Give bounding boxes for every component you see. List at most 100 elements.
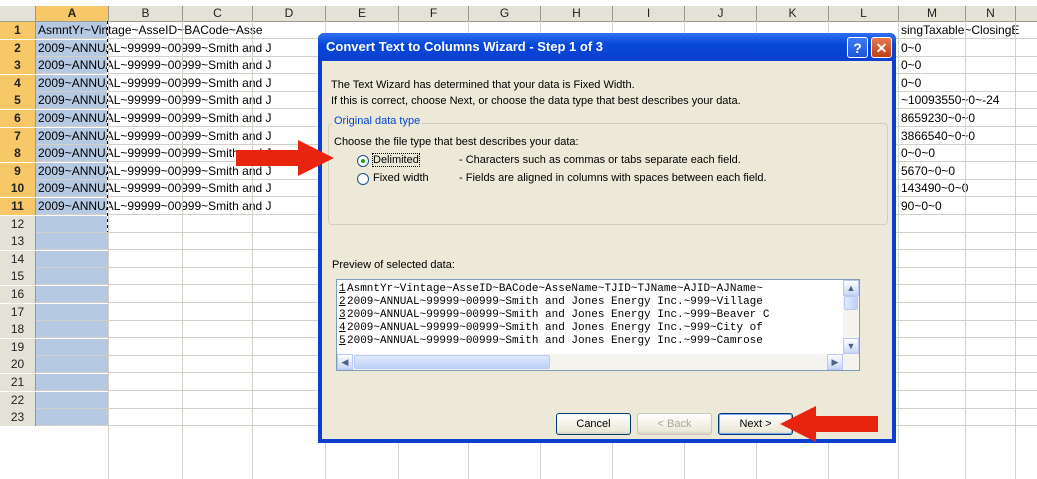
grid-line	[1015, 21, 1016, 479]
cell-text: 0~0	[901, 58, 922, 73]
row-header[interactable]: 2	[0, 39, 36, 57]
scroll-left-icon[interactable]: ◀	[337, 354, 353, 370]
column-header[interactable]: M	[899, 6, 966, 21]
cell-a[interactable]	[36, 303, 109, 320]
row-header[interactable]: 5	[0, 92, 36, 110]
cell-a[interactable]	[36, 233, 109, 250]
row-header[interactable]: 3	[0, 57, 36, 75]
preview-line-number: 2	[339, 296, 346, 308]
cell-a[interactable]	[36, 215, 109, 232]
dialog-title: Convert Text to Columns Wizard - Step 1 …	[326, 39, 603, 54]
cell-text: 0~0	[901, 75, 922, 90]
cell-a[interactable]	[36, 374, 109, 390]
preview-line-number: 5	[339, 335, 346, 347]
cell-a[interactable]	[36, 250, 109, 267]
preview-line: 42009~ANNUAL~99999~00999~Smith and Jones…	[339, 322, 763, 335]
row-header[interactable]: 22	[0, 391, 36, 409]
group-prompt: Choose the file type that best describes…	[334, 136, 579, 148]
row-header[interactable]: 1	[0, 22, 36, 39]
annotation-arrow-left-icon	[780, 406, 878, 442]
close-button[interactable]: ✕	[871, 37, 892, 58]
data-preview[interactable]: 1AsmntYr~Vintage~AsseID~BACode~AsseName~…	[336, 279, 860, 371]
column-header[interactable]: G	[469, 6, 541, 21]
row-header[interactable]: 7	[0, 127, 36, 145]
row-header[interactable]: 21	[0, 374, 36, 391]
preview-line: 32009~ANNUAL~99999~00999~Smith and Jones…	[339, 309, 769, 322]
row-header[interactable]: 10	[0, 180, 36, 198]
cell-text: 2009~ANNUAL~99999~00999~Smith and J	[38, 181, 272, 196]
row-header[interactable]: 23	[0, 409, 36, 427]
column-header[interactable]: A	[36, 6, 109, 21]
fixed-width-description: - Fields are aligned in columns with spa…	[459, 172, 767, 184]
dialog-titlebar[interactable]: Convert Text to Columns Wizard - Step 1 …	[318, 33, 896, 61]
select-all-corner[interactable]	[0, 6, 36, 21]
scroll-down-icon[interactable]: ▼	[843, 338, 859, 354]
row-header[interactable]: 17	[0, 303, 36, 321]
vertical-scroll-thumb[interactable]	[844, 296, 858, 310]
delimited-label[interactable]: Delimited	[372, 153, 420, 167]
column-header[interactable]: C	[183, 6, 253, 21]
row-header[interactable]: 4	[0, 74, 36, 92]
cell-text: 143490~0~0	[901, 181, 969, 196]
dialog-body: The Text Wizard has determined that your…	[322, 61, 892, 439]
cell-a[interactable]	[36, 356, 109, 373]
scroll-up-icon[interactable]: ▲	[843, 280, 859, 296]
row-header[interactable]: 15	[0, 268, 36, 286]
cancel-button[interactable]: Cancel	[556, 413, 631, 435]
help-button[interactable]: ?	[847, 37, 868, 58]
grid-line	[252, 21, 253, 479]
column-header[interactable]: F	[399, 6, 469, 21]
text-to-columns-dialog: Convert Text to Columns Wizard - Step 1 …	[318, 33, 896, 443]
preview-horizontal-scrollbar[interactable]: ◀ ▶	[337, 354, 859, 370]
row-header[interactable]: 14	[0, 250, 36, 268]
fixed-width-label[interactable]: Fixed width	[373, 172, 429, 184]
row-header[interactable]: 18	[0, 321, 36, 339]
row-header[interactable]: 9	[0, 162, 36, 180]
cell-a[interactable]	[36, 321, 109, 338]
grid-line	[898, 21, 899, 479]
preview-line-text: AsmntYr~Vintage~AsseID~BACode~AsseName~T…	[347, 283, 763, 295]
row-header[interactable]: 12	[0, 215, 36, 233]
row-header[interactable]: 11	[0, 198, 36, 215]
cell-a[interactable]	[36, 391, 109, 408]
column-header[interactable]: K	[757, 6, 829, 21]
grid-line	[182, 21, 183, 479]
cell-text: ~10093550~0~-24	[901, 93, 1000, 108]
intro-text-1: The Text Wizard has determined that your…	[331, 79, 635, 91]
delimited-radio[interactable]	[357, 155, 369, 167]
row-header[interactable]: 19	[0, 338, 36, 356]
row-header[interactable]: 13	[0, 233, 36, 251]
row-header[interactable]: 16	[0, 286, 36, 303]
preview-label: Preview of selected data:	[332, 259, 455, 271]
delimited-description: - Characters such as commas or tabs sepa…	[459, 154, 741, 166]
column-header[interactable]: N	[966, 6, 1016, 21]
cell-text: singTaxable~ClosingE	[901, 23, 1020, 37]
cell-text: 2009~ANNUAL~99999~00999~Smith and J	[38, 75, 272, 90]
cell-text: 2009~ANNUAL~99999~00999~Smith and J	[38, 111, 272, 125]
cell-a[interactable]	[36, 286, 109, 302]
scroll-right-icon[interactable]: ▶	[827, 354, 843, 370]
fixed-width-radio[interactable]	[357, 173, 369, 185]
column-header[interactable]: H	[541, 6, 613, 21]
back-button[interactable]: < Back	[637, 413, 712, 435]
column-header[interactable]: L	[829, 6, 899, 21]
row-header[interactable]: 20	[0, 356, 36, 374]
preview-line-number: 3	[339, 309, 346, 321]
preview-line-text: 2009~ANNUAL~99999~00999~Smith and Jones …	[347, 322, 763, 334]
preview-line-number: 4	[339, 322, 346, 334]
column-header[interactable]: J	[685, 6, 757, 21]
column-header[interactable]: I	[613, 6, 685, 21]
cell-a[interactable]	[36, 268, 109, 285]
row-header[interactable]: 8	[0, 145, 36, 163]
row-header[interactable]: 6	[0, 110, 36, 127]
column-header[interactable]: B	[109, 6, 183, 21]
preview-line: 1AsmntYr~Vintage~AsseID~BACode~AsseName~…	[339, 283, 763, 296]
cell-a[interactable]	[36, 338, 109, 355]
horizontal-scroll-thumb[interactable]	[354, 355, 550, 369]
cell-text: 3866540~0~0	[901, 128, 976, 143]
grid-line	[108, 21, 109, 479]
column-header[interactable]: E	[326, 6, 399, 21]
cell-text: 0~0	[901, 40, 922, 55]
column-header[interactable]: D	[253, 6, 326, 21]
cell-a[interactable]	[36, 409, 109, 426]
